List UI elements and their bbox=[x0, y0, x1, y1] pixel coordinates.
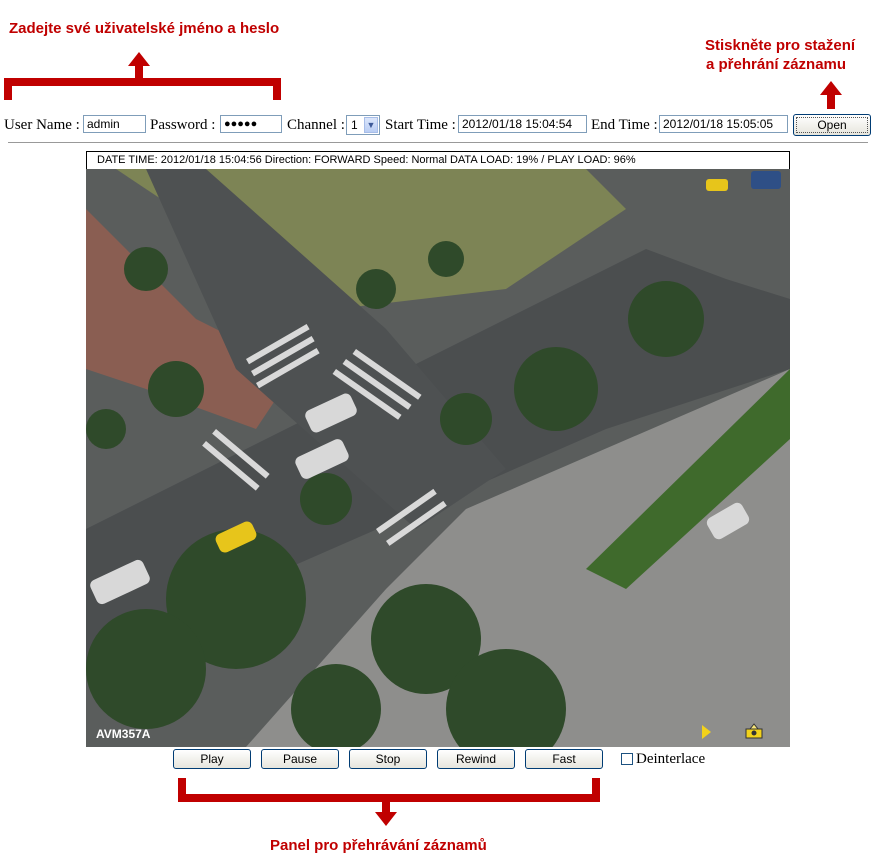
channel-label: Channel : bbox=[287, 117, 345, 133]
end-time-input[interactable]: 2012/01/18 15:05:05 bbox=[659, 115, 788, 133]
open-button[interactable]: Open bbox=[793, 114, 871, 136]
password-label: Password : bbox=[150, 117, 216, 133]
username-label: User Name : bbox=[4, 117, 80, 133]
password-input[interactable]: ●●●●● bbox=[220, 115, 282, 133]
channel-select[interactable]: 1 ▼ bbox=[346, 115, 380, 135]
pause-button[interactable]: Pause bbox=[261, 749, 339, 769]
login-bracket-left bbox=[4, 78, 12, 100]
play-button[interactable]: Play bbox=[173, 749, 251, 769]
panel-bracket-left bbox=[178, 778, 186, 802]
open-arrow-stem bbox=[827, 93, 835, 109]
open-annotation-line2: a přehrání záznamu bbox=[706, 56, 847, 73]
login-bracket bbox=[4, 78, 281, 86]
deinterlace-checkbox[interactable] bbox=[621, 753, 633, 765]
video-viewer[interactable]: DATE TIME: 2012/01/18 15:04:56 Direction… bbox=[86, 151, 790, 747]
end-time-label: End Time : bbox=[591, 117, 658, 133]
username-input[interactable]: admin bbox=[83, 115, 146, 133]
panel-annotation: Panel pro přehrávání záznamů bbox=[270, 837, 487, 854]
rewind-button[interactable]: Rewind bbox=[437, 749, 515, 769]
start-time-input[interactable]: 2012/01/18 15:04:54 bbox=[458, 115, 587, 133]
camera-video-frame bbox=[86, 169, 790, 747]
chevron-down-icon[interactable]: ▼ bbox=[364, 117, 378, 133]
channel-value: 1 bbox=[351, 118, 358, 132]
divider bbox=[8, 142, 868, 143]
start-time-label: Start Time : bbox=[385, 117, 456, 133]
playback-toolbar: User Name : admin Password : ●●●●● Chann… bbox=[0, 112, 876, 138]
camera-name-label: AVM357A bbox=[96, 727, 151, 741]
play-icon bbox=[702, 725, 711, 739]
login-bracket-right bbox=[273, 78, 281, 100]
panel-arrow-stem bbox=[382, 800, 390, 812]
stop-button[interactable]: Stop bbox=[349, 749, 427, 769]
login-annotation: Zadejte své uživatelské jméno a heslo bbox=[9, 20, 280, 37]
login-arrow-stem bbox=[135, 64, 143, 78]
fast-button[interactable]: Fast bbox=[525, 749, 603, 769]
playback-status-bar: DATE TIME: 2012/01/18 15:04:56 Direction… bbox=[86, 151, 790, 169]
deinterlace-label: Deinterlace bbox=[636, 751, 706, 767]
panel-arrow-head bbox=[375, 812, 397, 826]
open-annotation-line1: Stiskněte pro stažení bbox=[705, 37, 856, 54]
snapshot-icon[interactable] bbox=[744, 723, 764, 739]
panel-bracket-right bbox=[592, 778, 600, 802]
